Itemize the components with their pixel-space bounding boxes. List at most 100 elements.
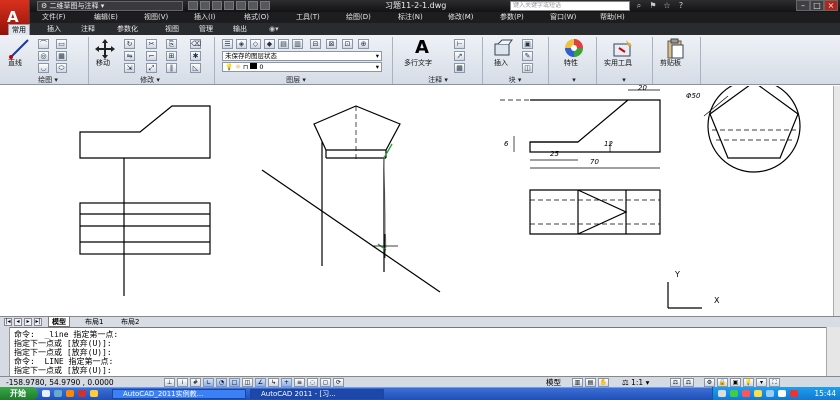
quick-launch-icon[interactable] (90, 390, 98, 397)
undo-icon[interactable] (248, 1, 258, 10)
layer-properties-icon[interactable]: ☰ (222, 39, 233, 49)
tray-icon[interactable] (790, 390, 798, 397)
toolbar-lock-icon[interactable]: 🔒 (717, 378, 728, 387)
tab-annotate[interactable]: 注释 (78, 24, 98, 35)
isolate-objects-icon[interactable]: 💡 (743, 378, 754, 387)
array-icon[interactable]: ⊞ (166, 51, 177, 61)
tab-insert[interactable]: 插入 (44, 24, 64, 35)
favorites-star-icon[interactable]: ☆ (662, 1, 672, 11)
workspace-selector[interactable]: ⚙ 二维草图与注释 ▾ (37, 1, 183, 11)
ellipse-icon[interactable]: ⬭ (56, 63, 67, 73)
offset-icon[interactable]: ∥ (166, 63, 177, 73)
menu-parametric[interactable]: 参数(P) (500, 12, 524, 23)
line-tool-button[interactable] (8, 38, 30, 60)
annotation-panel-title[interactable]: 注释 ▾ (418, 75, 458, 85)
save-as-icon[interactable] (224, 1, 234, 10)
layer-tool-icon[interactable]: ◆ (264, 39, 275, 49)
tab-output[interactable]: 输出 (230, 24, 250, 35)
move-tool-button[interactable] (94, 38, 116, 60)
menu-edit[interactable]: 编辑(E) (94, 12, 118, 23)
last-layout-icon[interactable]: ▸| (34, 318, 42, 326)
hatch-icon[interactable]: ▦ (56, 51, 67, 61)
menu-modify[interactable]: 修改(M) (448, 12, 474, 23)
menu-insert[interactable]: 插入(I) (194, 12, 216, 23)
command-window-handle[interactable] (0, 327, 10, 376)
block-panel-title[interactable]: 块 ▾ (500, 75, 530, 85)
utilities-expand[interactable]: ▾ (616, 75, 632, 85)
start-button[interactable]: 开始 (0, 387, 38, 400)
object-snap-icon[interactable]: □ (229, 378, 240, 387)
chamfer-icon[interactable]: ◺ (190, 63, 201, 73)
quick-properties-icon[interactable]: ▢ (320, 378, 331, 387)
status-tray-icon[interactable]: ▾ (756, 378, 767, 387)
rotate-icon[interactable]: ↻ (124, 39, 135, 49)
tab-layout2[interactable]: 布局2 (118, 317, 142, 327)
mtext-label[interactable]: 多行文字 (404, 58, 432, 68)
layer-tool-icon[interactable]: ◈ (236, 39, 247, 49)
linear-dimension-icon[interactable]: ⊢ (454, 39, 465, 49)
quick-launch-icon[interactable] (54, 390, 62, 397)
layer-tool-icon[interactable]: ▤ (278, 39, 289, 49)
mirror-icon[interactable]: ⇋ (124, 51, 135, 61)
menu-file[interactable]: 文件(F) (42, 12, 66, 23)
clipboard-icon[interactable] (664, 38, 686, 60)
hardware-acceleration-icon[interactable]: ▣ (730, 378, 741, 387)
circle-icon[interactable]: ◎ (38, 51, 49, 61)
close-button[interactable]: × (824, 0, 838, 11)
tab-layout1[interactable]: 布局1 (82, 317, 106, 327)
redo-icon[interactable] (260, 1, 270, 10)
tab-overflow-icon[interactable]: ◉▾ (266, 24, 282, 35)
plot-icon[interactable] (236, 1, 246, 10)
erase-icon[interactable]: ⌫ (190, 39, 201, 49)
layer-tool-icon[interactable]: ⊟ (310, 39, 321, 49)
draw-panel-title[interactable]: 绘图 ▾ (28, 75, 68, 85)
menu-help[interactable]: 帮助(H) (600, 12, 625, 23)
quick-launch-icon[interactable] (66, 390, 74, 397)
mtext-icon[interactable]: A (410, 37, 434, 58)
polyline-icon[interactable]: ⌒ (38, 39, 49, 49)
tab-parametric[interactable]: 参数化 (114, 24, 141, 35)
tray-icon[interactable] (730, 390, 738, 397)
properties-icon[interactable] (562, 38, 586, 60)
auto-scale-icon[interactable]: ⚖ (683, 378, 694, 387)
rectangle-icon[interactable]: ▭ (56, 39, 67, 49)
create-block-icon[interactable]: ▣ (522, 39, 533, 49)
grid-display-icon[interactable]: # (190, 378, 201, 387)
utilities-icon[interactable] (612, 38, 634, 60)
tab-manage[interactable]: 管理 (196, 24, 216, 35)
copy-icon[interactable]: ⎘ (166, 39, 177, 49)
block-attribute-icon[interactable]: ◫ (522, 63, 533, 73)
drawing-canvas[interactable]: 20 6 12 25 70 Φ50 Y X (0, 84, 840, 316)
pan-icon[interactable]: ✋ (598, 378, 609, 387)
menu-view[interactable]: 视图(V) (144, 12, 168, 23)
canvas-scrollbar[interactable] (833, 86, 840, 316)
snap-mode-icon[interactable]: ⁞ (177, 378, 188, 387)
lineweight-icon[interactable]: ≡ (294, 378, 305, 387)
dynamic-input-icon[interactable]: + (281, 378, 292, 387)
layer-tool-icon[interactable]: ◇ (250, 39, 261, 49)
new-file-icon[interactable] (188, 1, 198, 10)
layer-tool-icon[interactable]: ⊕ (358, 39, 369, 49)
layer-dropdown[interactable]: 💡 ☼ ⊓ 0 ▾ (222, 62, 382, 72)
layer-state-dropdown[interactable]: 未保存的图层状态 ▾ (222, 51, 382, 61)
tab-home[interactable]: 常用 (8, 24, 30, 35)
open-file-icon[interactable] (200, 1, 210, 10)
quick-view-layouts-icon[interactable]: ▥ (572, 378, 583, 387)
volume-icon[interactable] (766, 390, 774, 397)
scale-icon[interactable]: ⤢ (146, 63, 157, 73)
search-icon[interactable]: ⌕ (634, 1, 644, 11)
command-window[interactable]: 命令: _line 指定第一点: 指定下一点或 [放弃(U)]: 指定下一点或 … (0, 327, 840, 376)
leader-icon[interactable]: ↗ (454, 51, 465, 61)
next-layout-icon[interactable]: ▸ (24, 318, 32, 326)
taskbar-button-autocad[interactable]: AutoCAD 2011 - [习... (250, 389, 384, 399)
explode-icon[interactable]: ✱ (190, 51, 201, 61)
tab-model[interactable]: 模型 (48, 317, 70, 327)
fillet-icon[interactable]: ⌐ (146, 51, 157, 61)
layer-tool-icon[interactable]: ⊠ (326, 39, 337, 49)
quick-launch-icon[interactable] (42, 390, 50, 397)
transparency-icon[interactable]: ◌ (307, 378, 318, 387)
table-icon[interactable]: ▦ (454, 63, 465, 73)
network-icon[interactable] (778, 390, 786, 397)
first-layout-icon[interactable]: |◂ (4, 318, 12, 326)
stretch-icon[interactable]: ⇲ (124, 63, 135, 73)
